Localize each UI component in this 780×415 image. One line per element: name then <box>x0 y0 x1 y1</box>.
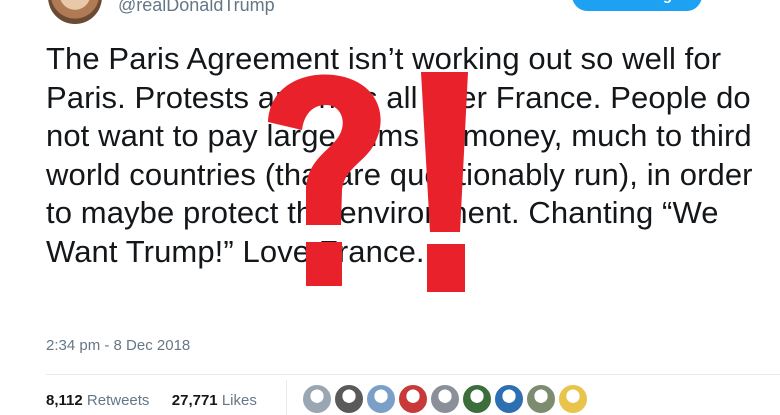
avatar[interactable] <box>48 0 102 24</box>
liker-avatar[interactable] <box>526 384 556 414</box>
divider <box>46 374 780 375</box>
retweets-stat[interactable]: 8,112 Retweets <box>46 392 154 409</box>
stats-separator <box>286 380 287 415</box>
liker-avatar[interactable] <box>334 384 364 414</box>
liker-avatar[interactable] <box>302 384 332 414</box>
tweet-stats: 8,112 Retweets 27,771 Likes <box>46 392 257 409</box>
tweet-text: The Paris Agreement isn’t working out so… <box>46 41 753 269</box>
user-handle[interactable]: @realDonaldTrump <box>118 0 275 16</box>
liker-avatar[interactable] <box>366 384 396 414</box>
retweets-count: 8,112 <box>46 392 83 409</box>
likes-stat[interactable]: 27,771 Likes <box>172 392 257 409</box>
liker-avatar[interactable] <box>494 384 524 414</box>
liker-avatar[interactable] <box>462 384 492 414</box>
retweets-label: Retweets <box>86 392 150 409</box>
liker-avatar[interactable] <box>430 384 460 414</box>
likes-label: Likes <box>221 392 257 409</box>
likes-count: 27,771 <box>171 392 218 409</box>
liker-avatar[interactable] <box>558 384 588 414</box>
following-button[interactable]: Following <box>572 0 702 11</box>
liker-avatar[interactable] <box>398 384 428 414</box>
tweet-timestamp[interactable]: 2:34 pm - 8 Dec 2018 <box>46 337 190 354</box>
